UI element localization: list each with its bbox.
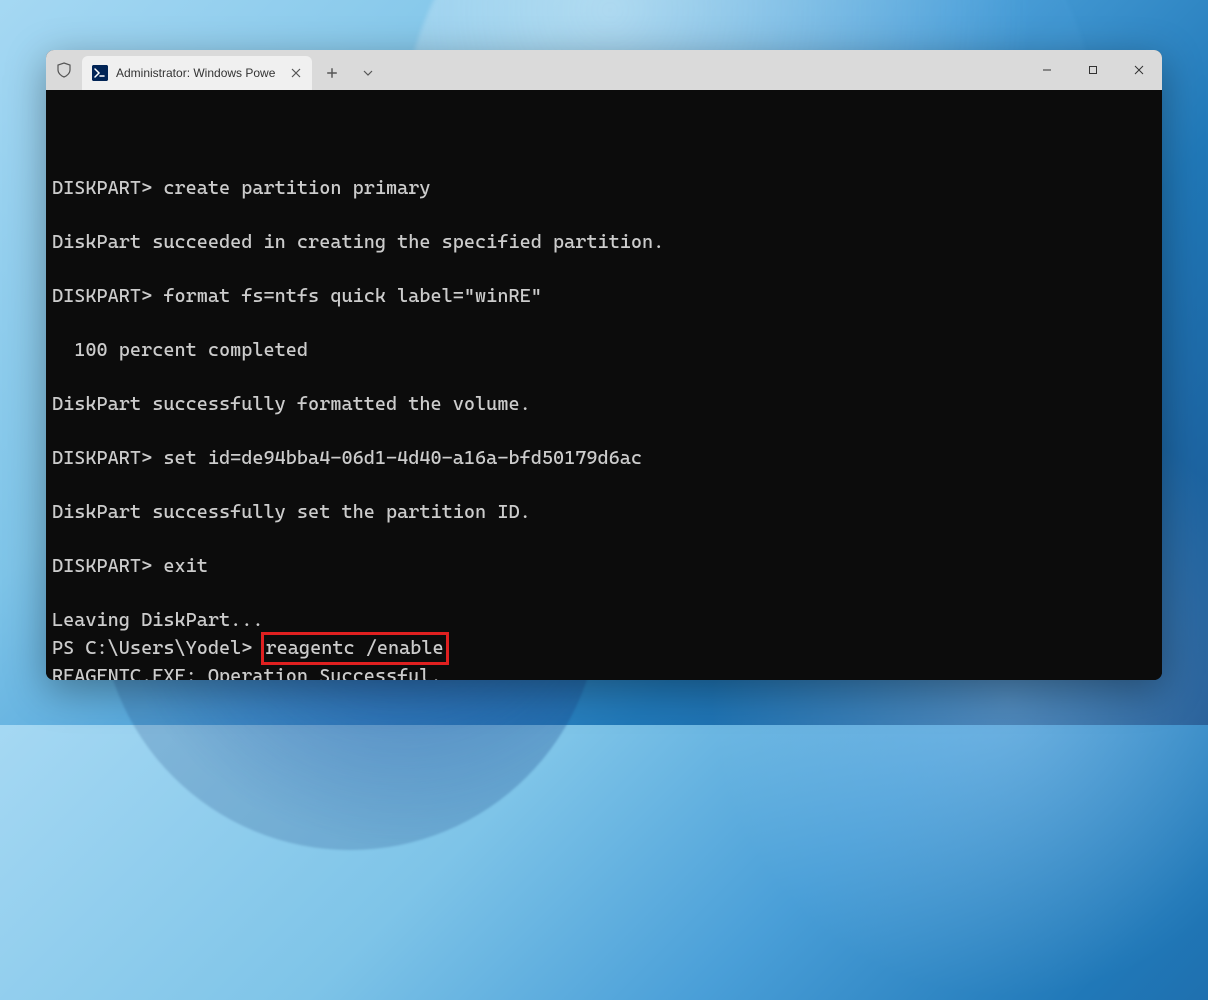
tab-dropdown-button[interactable] — [352, 70, 384, 76]
tab-active[interactable]: Administrator: Windows Powe — [82, 56, 312, 90]
terminal-line: REAGENTC.EXE: Operation Successful. — [52, 663, 1156, 680]
new-tab-button[interactable] — [316, 67, 348, 79]
terminal-line: DISKPART> create partition primary — [52, 175, 1156, 202]
terminal-line: DISKPART> exit — [52, 553, 1156, 580]
titlebar-left: Administrator: Windows Powe — [46, 50, 384, 90]
tab-title: Administrator: Windows Powe — [116, 66, 280, 80]
terminal-line — [52, 202, 1156, 229]
prompt-text: PS C:\Users\Yodel> — [52, 637, 264, 659]
tab-close-button[interactable] — [288, 65, 304, 81]
terminal-line: DiskPart successfully set the partition … — [52, 499, 1156, 526]
window-controls — [1024, 50, 1162, 90]
terminal-line: Leaving DiskPart... — [52, 607, 1156, 634]
terminal-content[interactable]: DISKPART> create partition primary DiskP… — [46, 90, 1162, 680]
titlebar[interactable]: Administrator: Windows Powe — [46, 50, 1162, 90]
powershell-icon — [92, 65, 108, 81]
admin-shield-icon — [56, 62, 72, 78]
terminal-line — [52, 580, 1156, 607]
terminal-line — [52, 418, 1156, 445]
minimize-button[interactable] — [1024, 50, 1070, 90]
terminal-line: DiskPart succeeded in creating the speci… — [52, 229, 1156, 256]
maximize-button[interactable] — [1070, 50, 1116, 90]
terminal-line: DISKPART> set id=de94bba4-06d1-4d40-a16a… — [52, 445, 1156, 472]
terminal-line: 100 percent completed — [52, 337, 1156, 364]
terminal-line — [52, 526, 1156, 553]
terminal-line-highlighted: PS C:\Users\Yodel> reagentc /enable — [52, 634, 1156, 663]
terminal-line — [52, 364, 1156, 391]
terminal-line — [52, 310, 1156, 337]
titlebar-drag-area[interactable] — [384, 50, 1024, 90]
terminal-window: Administrator: Windows Powe — [46, 50, 1162, 680]
close-button[interactable] — [1116, 50, 1162, 90]
terminal-line: DiskPart successfully formatted the volu… — [52, 391, 1156, 418]
terminal-line — [52, 256, 1156, 283]
terminal-line: DISKPART> format fs=ntfs quick label="wi… — [52, 283, 1156, 310]
highlighted-command: reagentc /enable — [261, 632, 449, 665]
terminal-line — [52, 472, 1156, 499]
